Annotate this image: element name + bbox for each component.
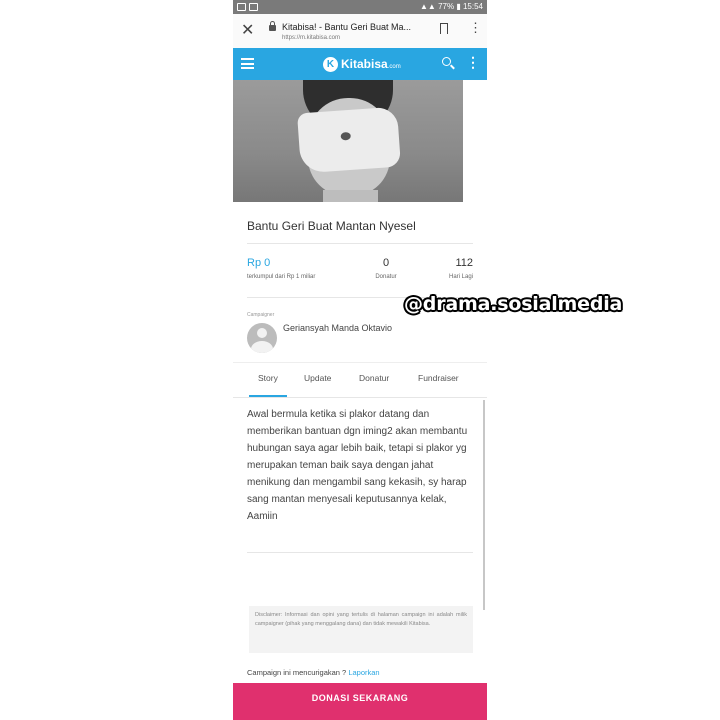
tab-story[interactable]: Story	[258, 373, 278, 383]
campaigner-name[interactable]: Geriansyah Manda Oktavio	[283, 323, 392, 333]
search-icon[interactable]	[442, 57, 451, 66]
divider	[247, 243, 473, 244]
brand-name: Kitabisa	[341, 57, 388, 71]
signal-icon: ▲▲	[420, 2, 436, 11]
hamburger-icon[interactable]	[241, 58, 254, 69]
notification-icons	[237, 0, 258, 14]
donate-button[interactable]: DONASI SEKARANG	[233, 683, 487, 720]
campaign-stats: Rp 0 terkumpul dari Rp 1 miliar 0 Donatu…	[247, 257, 473, 287]
amount-raised: Rp 0	[247, 257, 271, 269]
campaigner-label: Campaigner	[247, 312, 275, 318]
report-prompt: Campaign ini mencurigakan ? Laporkan	[247, 668, 380, 677]
phone-screen: ▲▲ 77% ▮ 15:54 ✕ Kitabisa! - Bantu Geri …	[233, 0, 487, 720]
tab-update[interactable]: Update	[304, 373, 331, 383]
status-bar: ▲▲ 77% ▮ 15:54	[233, 0, 487, 14]
close-icon[interactable]: ✕	[241, 20, 254, 40]
watermark: @drama.sosialmedia	[404, 293, 623, 315]
campaign-title: Bantu Geri Buat Mantan Nyesel	[247, 219, 416, 233]
browser-url[interactable]: https://m.kitabisa.com	[282, 35, 340, 41]
image-notification-icon	[237, 3, 246, 11]
donor-count: 0	[382, 257, 390, 269]
divider	[247, 552, 473, 553]
battery-level: 77%	[438, 2, 455, 11]
brand-suffix: .com	[387, 64, 401, 70]
tab-fundraiser[interactable]: Fundraiser	[418, 373, 459, 383]
tab-donatur[interactable]: Donatur	[359, 373, 389, 383]
more-vert-icon[interactable]: ⋮	[466, 55, 480, 69]
avatar[interactable]	[247, 323, 277, 353]
scrollbar[interactable]	[483, 400, 485, 610]
app-bar: K Kitabisa.com ⋮	[233, 48, 487, 80]
battery-icon: ▮	[456, 2, 461, 11]
browser-menu-icon[interactable]: ⋮	[469, 21, 482, 34]
donor-caption: Donatur	[375, 274, 397, 280]
photo-neck	[323, 190, 378, 202]
gallery-notification-icon	[249, 3, 258, 11]
amount-caption: terkumpul dari Rp 1 miliar	[247, 274, 316, 280]
browser-url-bar: ✕ Kitabisa! - Bantu Geri Buat Ma... http…	[233, 14, 487, 49]
campaign-tabs: Story Update Donatur Fundraiser	[233, 362, 487, 398]
active-tab-indicator	[249, 395, 287, 397]
browser-tab-title[interactable]: Kitabisa! - Bantu Geri Buat Ma...	[282, 22, 411, 32]
report-question: Campaign ini mencurigakan ?	[247, 668, 347, 677]
clock: 15:54	[462, 2, 483, 11]
logo-wordmark: Kitabisa.com	[341, 57, 401, 71]
photo-face-cover	[297, 106, 401, 174]
campaign-photo	[233, 80, 463, 202]
disclaimer: Disclaimer: Informasi dan opini yang ter…	[249, 606, 473, 653]
bookmark-icon[interactable]	[440, 23, 448, 34]
logo-mark: K	[323, 56, 338, 72]
days-left: 112	[455, 257, 473, 269]
status-right: ▲▲ 77% ▮ 15:54	[420, 0, 483, 14]
story-text: Awal bermula ketika si plakor datang dan…	[247, 409, 468, 522]
days-caption: Hari Lagi	[448, 274, 473, 280]
kitabisa-logo[interactable]: K Kitabisa.com	[323, 56, 401, 72]
report-link[interactable]: Laporkan	[348, 668, 379, 677]
lock-icon	[269, 21, 276, 31]
